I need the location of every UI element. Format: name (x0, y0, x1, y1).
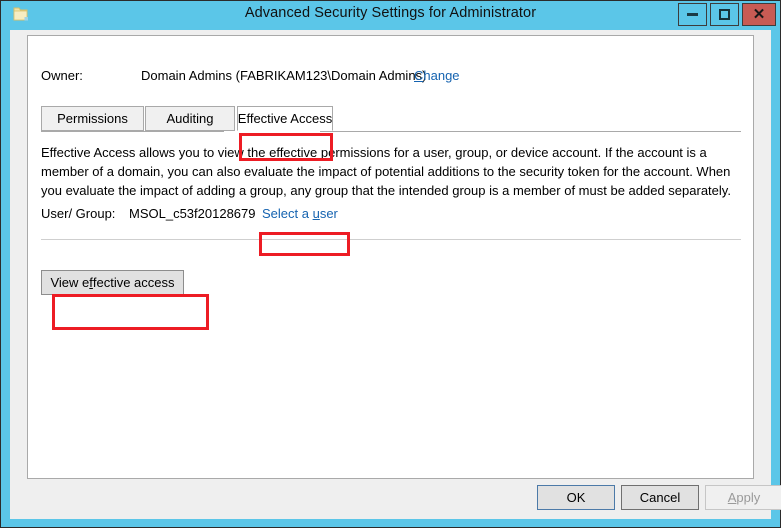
change-owner-link[interactable]: Change (414, 68, 460, 83)
tab-auditing[interactable]: Auditing (145, 106, 235, 131)
view-effective-access-rest: fective access (92, 275, 175, 290)
tab-strip: Permissions Auditing Effective Access (41, 106, 741, 132)
title-bar: Advanced Security Settings for Administr… (1, 1, 780, 30)
view-effective-access-prefix: View e (50, 275, 90, 290)
tab-permissions-label: Permissions (57, 111, 128, 126)
section-divider (41, 239, 741, 240)
tab-effective-access[interactable]: Effective Access (237, 106, 333, 131)
user-group-label: User/ Group: (41, 206, 116, 221)
owner-label: Owner: (41, 68, 83, 83)
select-a-user-link[interactable]: Select a user (262, 206, 338, 221)
annotation-box-view-effective-access (52, 294, 209, 330)
select-a-user-rest: ser (319, 206, 338, 221)
content-panel: Owner: Domain Admins (FABRIKAM123\Domain… (27, 35, 754, 479)
tab-active-underline-mask (224, 131, 320, 132)
user-group-value: MSOL_c53f20128679 (129, 206, 256, 221)
change-owner-label: hange (423, 68, 460, 83)
apply-button-label: pply (736, 490, 761, 505)
tab-permissions[interactable]: Permissions (41, 106, 144, 131)
tab-auditing-label: Auditing (166, 111, 214, 126)
change-owner-accelerator: C (414, 68, 424, 83)
tab-effective-access-label: Effective Access (237, 111, 333, 126)
tab-strip-underline (41, 131, 741, 132)
dialog-footer: OK Cancel Apply (10, 485, 781, 519)
minimize-icon (687, 13, 698, 16)
select-a-user-prefix: Select a (262, 206, 313, 221)
window-title: Advanced Security Settings for Administr… (244, 5, 537, 21)
advanced-security-settings-window: Advanced Security Settings for Administr… (0, 0, 781, 528)
close-button[interactable]: ✕ (742, 3, 776, 26)
effective-access-description: Effective Access allows you to view the … (41, 145, 731, 198)
view-effective-access-button[interactable]: View e f fective access (41, 270, 184, 295)
close-icon: ✕ (752, 6, 766, 23)
apply-button: Apply (705, 485, 781, 510)
annotation-box-select-a-user (259, 232, 350, 256)
window-controls: ✕ (678, 3, 776, 26)
apply-button-accelerator: A (727, 490, 737, 505)
cancel-button[interactable]: Cancel (621, 485, 699, 510)
ok-button[interactable]: OK (537, 485, 615, 510)
select-a-user-accelerator: u (312, 206, 320, 221)
cancel-button-label: Cancel (639, 490, 681, 505)
dialog-body: Owner: Domain Admins (FABRIKAM123\Domain… (10, 30, 781, 519)
maximize-button[interactable] (710, 3, 739, 26)
minimize-button[interactable] (678, 3, 707, 26)
owner-value: Domain Admins (FABRIKAM123\Domain Admins… (141, 68, 427, 83)
ok-button-label: OK (566, 490, 586, 505)
maximize-icon (719, 9, 730, 20)
